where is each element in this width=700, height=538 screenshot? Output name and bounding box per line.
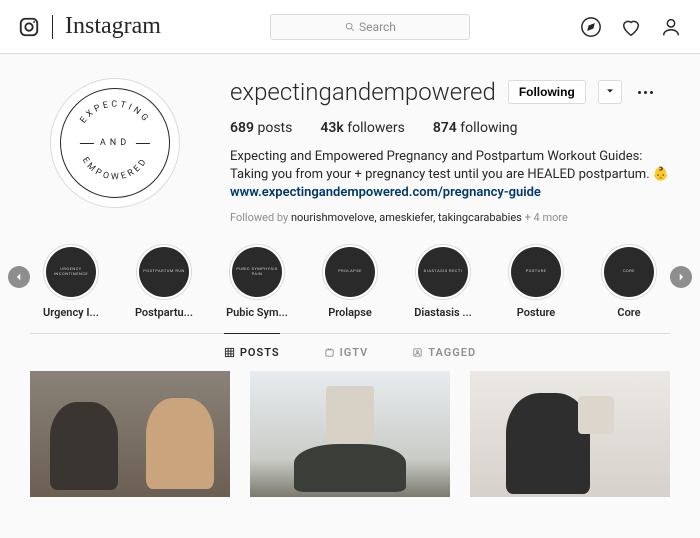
profile-username: expectingandempowered [230, 78, 496, 106]
followers-stat[interactable]: 43k followers [320, 120, 404, 136]
bio-text: Expecting and Empowered Pregnancy and Po… [230, 149, 669, 182]
logo-group[interactable]: Instagram [18, 13, 161, 40]
followed-by-line: Followed by nourishmovelove, ameskiefer,… [230, 211, 670, 224]
highlights-next-button[interactable] [670, 266, 692, 288]
following-stat[interactable]: 874 following [433, 120, 518, 136]
chevron-right-icon [676, 272, 686, 282]
highlights-tray: Urgency IncontinenceUrgency I... Postpar… [0, 234, 700, 333]
tab-posts[interactable]: POSTS [224, 333, 280, 371]
instagram-wordmark: Instagram [65, 13, 161, 40]
grid-icon [224, 347, 235, 358]
chevron-left-icon [14, 272, 24, 282]
highlight-item[interactable]: Postpartum RunPostpartu... [127, 244, 201, 319]
highlight-label: Pubic Sym... [226, 306, 288, 319]
highlight-item[interactable]: Pubic Symphysis PainPubic Sym... [220, 244, 294, 319]
tagged-icon [412, 347, 423, 358]
highlights-prev-button[interactable] [8, 266, 30, 288]
avatar[interactable]: EXPECTING EMPOWERED AND [50, 78, 180, 208]
nav-icons [580, 16, 682, 38]
profile-info: expectingandempowered Following 689 post… [230, 78, 670, 224]
highlight-item[interactable]: ProlapseProlapse [313, 244, 387, 319]
svg-text:EXPECTING: EXPECTING [79, 100, 152, 126]
more-options-button[interactable] [634, 91, 657, 94]
post-thumbnail[interactable] [250, 371, 450, 497]
profile-bio: Expecting and Empowered Pregnancy and Po… [230, 148, 670, 203]
highlight-item[interactable]: PosturePosture [499, 244, 573, 319]
tab-tagged[interactable]: TAGGED [412, 333, 476, 371]
post-thumbnail[interactable] [30, 371, 230, 497]
posts-grid [0, 371, 700, 497]
top-nav: Instagram Search [0, 0, 700, 54]
search-icon [345, 22, 355, 32]
highlights-row: Urgency IncontinenceUrgency I... Postpar… [34, 244, 666, 319]
followed-by-names[interactable]: nourishmovelove, ameskiefer, takingcarab… [291, 211, 522, 224]
avatar-center-word: AND [100, 138, 130, 148]
suggested-dropdown-button[interactable] [598, 80, 622, 104]
highlight-label: Urgency I... [43, 306, 99, 319]
chevron-down-icon [605, 86, 615, 96]
profile-header: EXPECTING EMPOWERED AND expectingandempo… [0, 54, 700, 234]
explore-icon[interactable] [580, 16, 602, 38]
highlight-item[interactable]: Diastasis RectiDiastasis ... [406, 244, 480, 319]
tab-igtv[interactable]: IGTV [324, 333, 369, 371]
highlight-label: Diastasis ... [414, 306, 471, 319]
highlight-item[interactable]: CoreCore [592, 244, 666, 319]
activity-heart-icon[interactable] [620, 16, 642, 38]
following-button[interactable]: Following [508, 80, 586, 104]
instagram-glyph-icon [18, 16, 40, 38]
highlight-item[interactable]: Urgency IncontinenceUrgency I... [34, 244, 108, 319]
highlight-label: Prolapse [328, 306, 372, 319]
search-input[interactable]: Search [270, 14, 470, 40]
logo-divider [52, 15, 53, 39]
avatar-column: EXPECTING EMPOWERED AND [30, 78, 200, 224]
highlight-label: Postpartu... [135, 306, 193, 319]
post-thumbnail[interactable] [470, 371, 670, 497]
bio-link[interactable]: www.expectingandempowered.com/pregnancy-… [230, 185, 541, 200]
profile-icon[interactable] [660, 16, 682, 38]
highlight-label: Posture [517, 306, 555, 319]
search-wrap: Search [161, 14, 580, 40]
posts-stat[interactable]: 689 posts [230, 120, 292, 136]
igtv-icon [324, 347, 335, 358]
highlight-label: Core [617, 306, 640, 319]
profile-tabs: POSTS IGTV TAGGED [30, 333, 670, 371]
search-placeholder: Search [359, 20, 396, 34]
svg-text:EMPOWERED: EMPOWERED [80, 156, 150, 183]
